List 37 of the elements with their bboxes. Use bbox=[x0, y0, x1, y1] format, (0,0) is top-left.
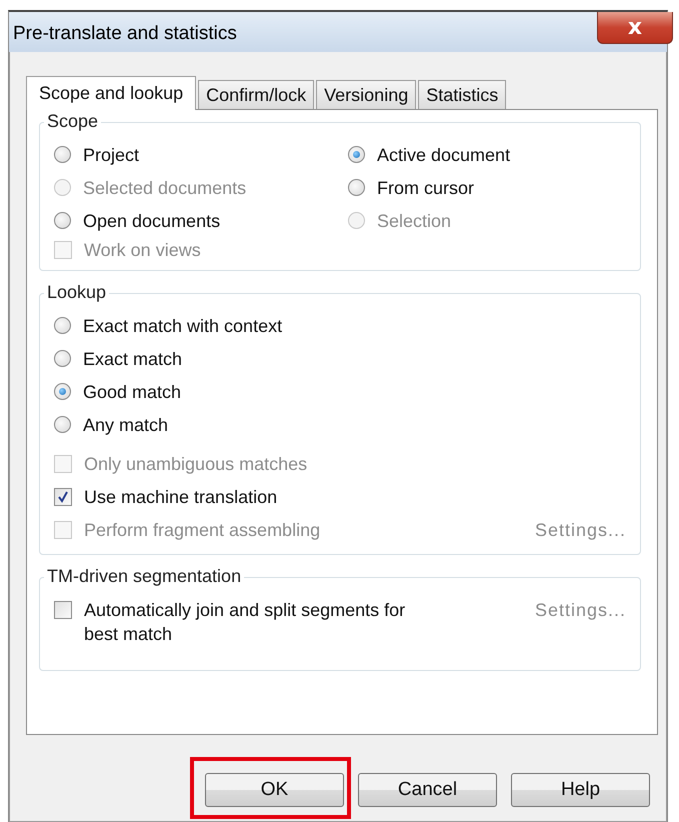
radio-label: Exact match with context bbox=[83, 315, 282, 338]
radio-label: From cursor bbox=[377, 177, 474, 200]
dialog-button[interactable]: Help bbox=[511, 773, 650, 807]
dialog-button[interactable]: OK bbox=[205, 773, 344, 807]
tab[interactable]: Confirm/lock bbox=[198, 80, 314, 109]
radio-label: Active document bbox=[377, 144, 510, 167]
radio-button[interactable] bbox=[348, 146, 365, 163]
checkbox-label: Use machine translation bbox=[84, 486, 278, 509]
group-title: Scope bbox=[44, 111, 102, 132]
radio-button[interactable] bbox=[54, 212, 71, 229]
checkbox-label: Work on views bbox=[84, 239, 201, 262]
radio-label: Project bbox=[83, 144, 140, 167]
radio-label: Selected documents bbox=[83, 177, 246, 200]
tab[interactable]: Versioning bbox=[316, 80, 416, 109]
radio-button[interactable] bbox=[54, 416, 71, 433]
radio-button[interactable] bbox=[348, 179, 365, 196]
close-button[interactable]: x bbox=[597, 12, 673, 44]
tab[interactable]: Scope and lookup bbox=[26, 76, 196, 110]
radio-button[interactable] bbox=[54, 146, 71, 163]
radio-label: Selection bbox=[377, 210, 452, 233]
radio-label: Exact match bbox=[83, 348, 182, 371]
checkbox-label: Automatically join and split segments for best match bbox=[84, 599, 406, 646]
checkbox-label: Perform fragment assembling bbox=[84, 519, 320, 542]
tab[interactable]: Statistics bbox=[418, 80, 506, 109]
radio-button[interactable] bbox=[54, 350, 71, 367]
group-title: TM-driven segmentation bbox=[44, 566, 244, 587]
radio-label: Any match bbox=[83, 414, 168, 437]
radio-button[interactable] bbox=[54, 317, 71, 334]
checkbox[interactable] bbox=[54, 601, 72, 619]
checkbox[interactable] bbox=[54, 488, 72, 506]
group-title: Lookup bbox=[44, 282, 110, 303]
radio-button[interactable] bbox=[54, 383, 71, 400]
window-title: Pre-translate and statistics bbox=[13, 22, 237, 45]
radio-label: Good match bbox=[83, 381, 182, 404]
dialog-button[interactable]: Cancel bbox=[358, 773, 497, 807]
checkbox-label: Only unambiguous matches bbox=[84, 453, 308, 476]
radio-label: Open documents bbox=[83, 210, 220, 233]
